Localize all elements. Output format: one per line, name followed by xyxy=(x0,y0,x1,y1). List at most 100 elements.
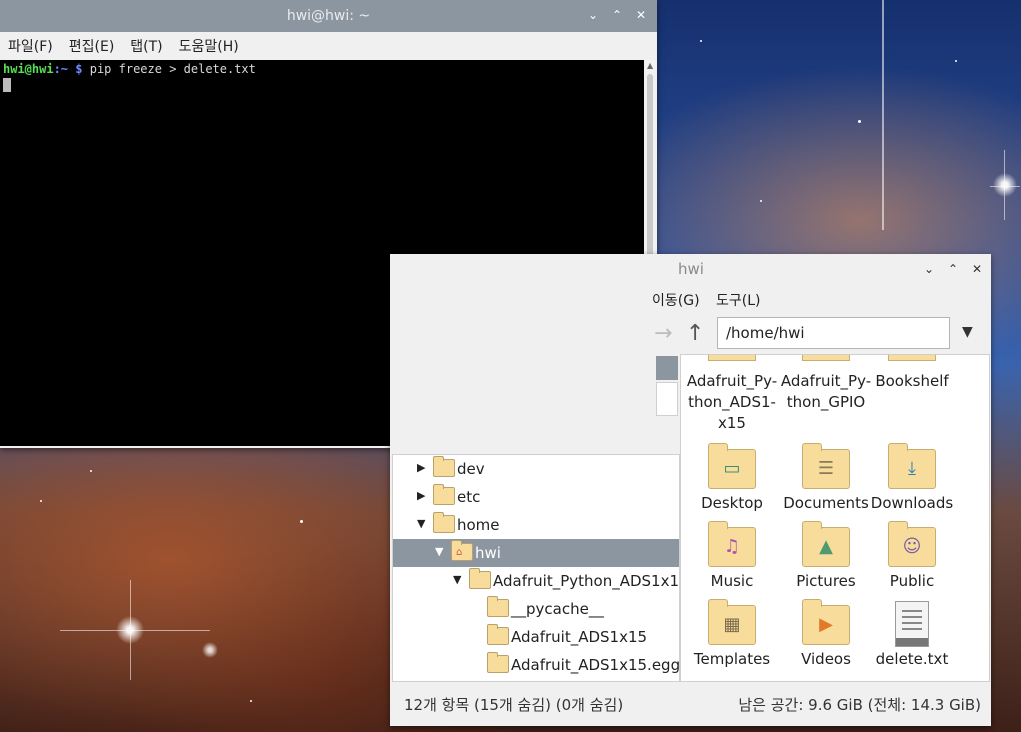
people-icon: ☺ xyxy=(888,521,936,567)
status-free-space: 남은 공간: 9.6 GiB (전체: 14.3 GiB) xyxy=(738,696,981,714)
up-arrow-icon[interactable]: ↑ xyxy=(686,321,704,346)
tree-item-egg-info[interactable]: Adafruit_ADS1x15.egg-i xyxy=(393,651,690,679)
menu-tabs[interactable]: 탭(T) xyxy=(122,36,170,56)
prompt-user: hwi@hwi xyxy=(3,62,54,76)
file-item[interactable]: ▶ Videos xyxy=(779,599,873,670)
minimize-icon[interactable]: ⌄ xyxy=(585,6,601,24)
text-file-icon xyxy=(895,601,929,647)
file-manager-toolbar: → ↑ ▼ xyxy=(390,316,991,354)
file-item[interactable]: ♫ Music xyxy=(685,521,779,592)
status-bar: 12개 항목 (15개 숨김) (0개 숨김) 남은 공간: 9.6 GiB (… xyxy=(390,682,991,726)
star-ray xyxy=(1004,150,1005,220)
file-item-label: Desktop xyxy=(701,494,763,512)
file-item[interactable]: Adafruit_Py-thon_GPIO xyxy=(779,355,873,413)
download-glyph: ⤓ xyxy=(908,458,916,479)
maximize-icon[interactable]: ⌃ xyxy=(945,260,961,278)
file-item[interactable]: ☺ Public xyxy=(865,521,959,592)
file-manager-titlebar[interactable]: hwi ⌄ ⌃ ✕ xyxy=(390,254,991,284)
folder-icon xyxy=(802,355,850,361)
tree-item-dev[interactable]: ▶ dev xyxy=(393,455,679,483)
tree-item-adafruit-ads1x15[interactable]: Adafruit_ADS1x15 xyxy=(393,623,679,651)
status-item-count: 12개 항목 (15개 숨김) (0개 숨김) xyxy=(404,696,624,714)
file-item[interactable]: Adafruit_Py-thon_ADS1-x15 xyxy=(685,355,779,434)
star xyxy=(250,700,252,702)
star xyxy=(700,40,702,42)
file-item[interactable]: ▲ Pictures xyxy=(779,521,873,592)
star-ray xyxy=(60,630,210,631)
maximize-icon[interactable]: ⌃ xyxy=(609,6,625,24)
tree-item-hwi[interactable]: ▼ ⌂ hwi xyxy=(393,539,679,567)
side-pane-box xyxy=(656,382,678,416)
star-ray xyxy=(130,580,131,680)
minimize-icon[interactable]: ⌄ xyxy=(921,260,937,278)
star xyxy=(40,500,42,502)
star xyxy=(760,200,762,202)
file-item-label: Templates xyxy=(693,650,771,668)
tree-item-pycache[interactable]: __pycache__ xyxy=(393,595,679,623)
desktop-glyph: ▭ xyxy=(723,458,741,479)
close-icon[interactable]: ✕ xyxy=(969,260,985,278)
collapse-arrow-icon[interactable]: ▼ xyxy=(417,517,425,530)
terminal-title: hwi@hwi: ~ xyxy=(286,8,371,24)
star xyxy=(300,520,303,523)
pictures-icon: ▲ xyxy=(802,521,850,567)
side-pane-header xyxy=(392,354,678,454)
file-item[interactable]: delete.txt xyxy=(865,601,959,670)
file-item[interactable]: Bookshelf xyxy=(865,355,959,392)
folder-icon xyxy=(487,652,509,673)
file-item-label: delete.txt xyxy=(875,650,949,668)
scroll-up-icon[interactable]: ▲ xyxy=(647,61,653,70)
download-icon: ⤓ xyxy=(888,443,936,489)
menu-file[interactable]: 파일(F) xyxy=(0,36,61,56)
collapse-arrow-icon[interactable]: ▼ xyxy=(435,545,443,558)
file-manager-title: hwi xyxy=(678,260,704,278)
folder-icon xyxy=(487,596,509,617)
file-item-label: Videos xyxy=(801,650,851,668)
file-item-label: Pictures xyxy=(796,572,856,590)
path-input[interactable] xyxy=(717,317,950,349)
file-item[interactable]: ▦ Templates xyxy=(685,599,779,670)
menu-go[interactable]: 이동(G) xyxy=(652,290,700,310)
file-item-label: Public xyxy=(889,572,935,590)
file-manager-window[interactable]: hwi ⌄ ⌃ ✕ 이동(G) 도구(L) → ↑ ▼ ▶ dev ▶ etc … xyxy=(390,254,991,726)
tree-item-etc[interactable]: ▶ etc xyxy=(393,483,679,511)
terminal-line: hwi@hwi:~ $ pip freeze > delete.txt xyxy=(3,62,641,76)
file-item[interactable]: ▭ Desktop xyxy=(685,443,779,514)
documents-icon: ☰ xyxy=(802,443,850,489)
desktop-icon: ▭ xyxy=(708,443,756,489)
file-item-label: Adafruit_Py-thon_ADS1-x15 xyxy=(686,372,778,432)
directory-tree[interactable]: ▶ dev ▶ etc ▼ home ▼ ⌂ hwi ▼ Adafruit_Py… xyxy=(392,454,690,682)
file-item-label: Downloads xyxy=(870,494,954,512)
tree-item-home[interactable]: ▼ home xyxy=(393,511,679,539)
collapse-arrow-icon[interactable]: ▼ xyxy=(453,573,461,586)
templates-icon: ▦ xyxy=(708,599,756,645)
terminal-titlebar[interactable]: hwi@hwi: ~ ⌄ ⌃ ✕ xyxy=(0,0,657,32)
tree-item-label: dev xyxy=(457,460,485,478)
close-icon[interactable]: ✕ xyxy=(633,6,649,24)
video-glyph: ▶ xyxy=(819,614,833,635)
terminal-command: pip freeze > delete.txt xyxy=(89,62,256,76)
tree-item-label: Adafruit_ADS1x15 xyxy=(511,628,648,646)
tree-item-label: home xyxy=(457,516,500,534)
file-item[interactable]: ⤓ Downloads xyxy=(865,443,959,514)
star-ray xyxy=(882,0,884,230)
forward-icon[interactable]: → xyxy=(654,321,672,346)
chevron-down-icon[interactable]: ▼ xyxy=(962,324,973,340)
expand-arrow-icon[interactable]: ▶ xyxy=(417,461,425,474)
pictures-glyph: ▲ xyxy=(819,536,833,557)
file-icon-grid[interactable]: Adafruit_Py-thon_ADS1-x15 Adafruit_Py-th… xyxy=(680,354,990,682)
terminal-menubar: 파일(F) 편집(E) 탭(T) 도움말(H) xyxy=(0,32,657,60)
folder-icon xyxy=(433,456,455,477)
file-item-label: Adafruit_Py-thon_GPIO xyxy=(780,372,872,411)
menu-help[interactable]: 도움말(H) xyxy=(171,36,247,56)
file-item[interactable]: ☰ Documents xyxy=(779,443,873,514)
expand-arrow-icon[interactable]: ▶ xyxy=(417,489,425,502)
templates-glyph: ▦ xyxy=(723,614,741,635)
folder-icon xyxy=(469,568,491,589)
menu-edit[interactable]: 편집(E) xyxy=(61,36,123,56)
menu-tools[interactable]: 도구(L) xyxy=(716,290,760,310)
tree-item-adafruit-python-ads1x15[interactable]: ▼ Adafruit_Python_ADS1x15 xyxy=(393,567,689,595)
tree-item-label: Adafruit_Python_ADS1x15 xyxy=(493,572,689,590)
folder-icon xyxy=(487,624,509,645)
tree-item-label: Adafruit_ADS1x15.egg-i xyxy=(511,656,690,674)
